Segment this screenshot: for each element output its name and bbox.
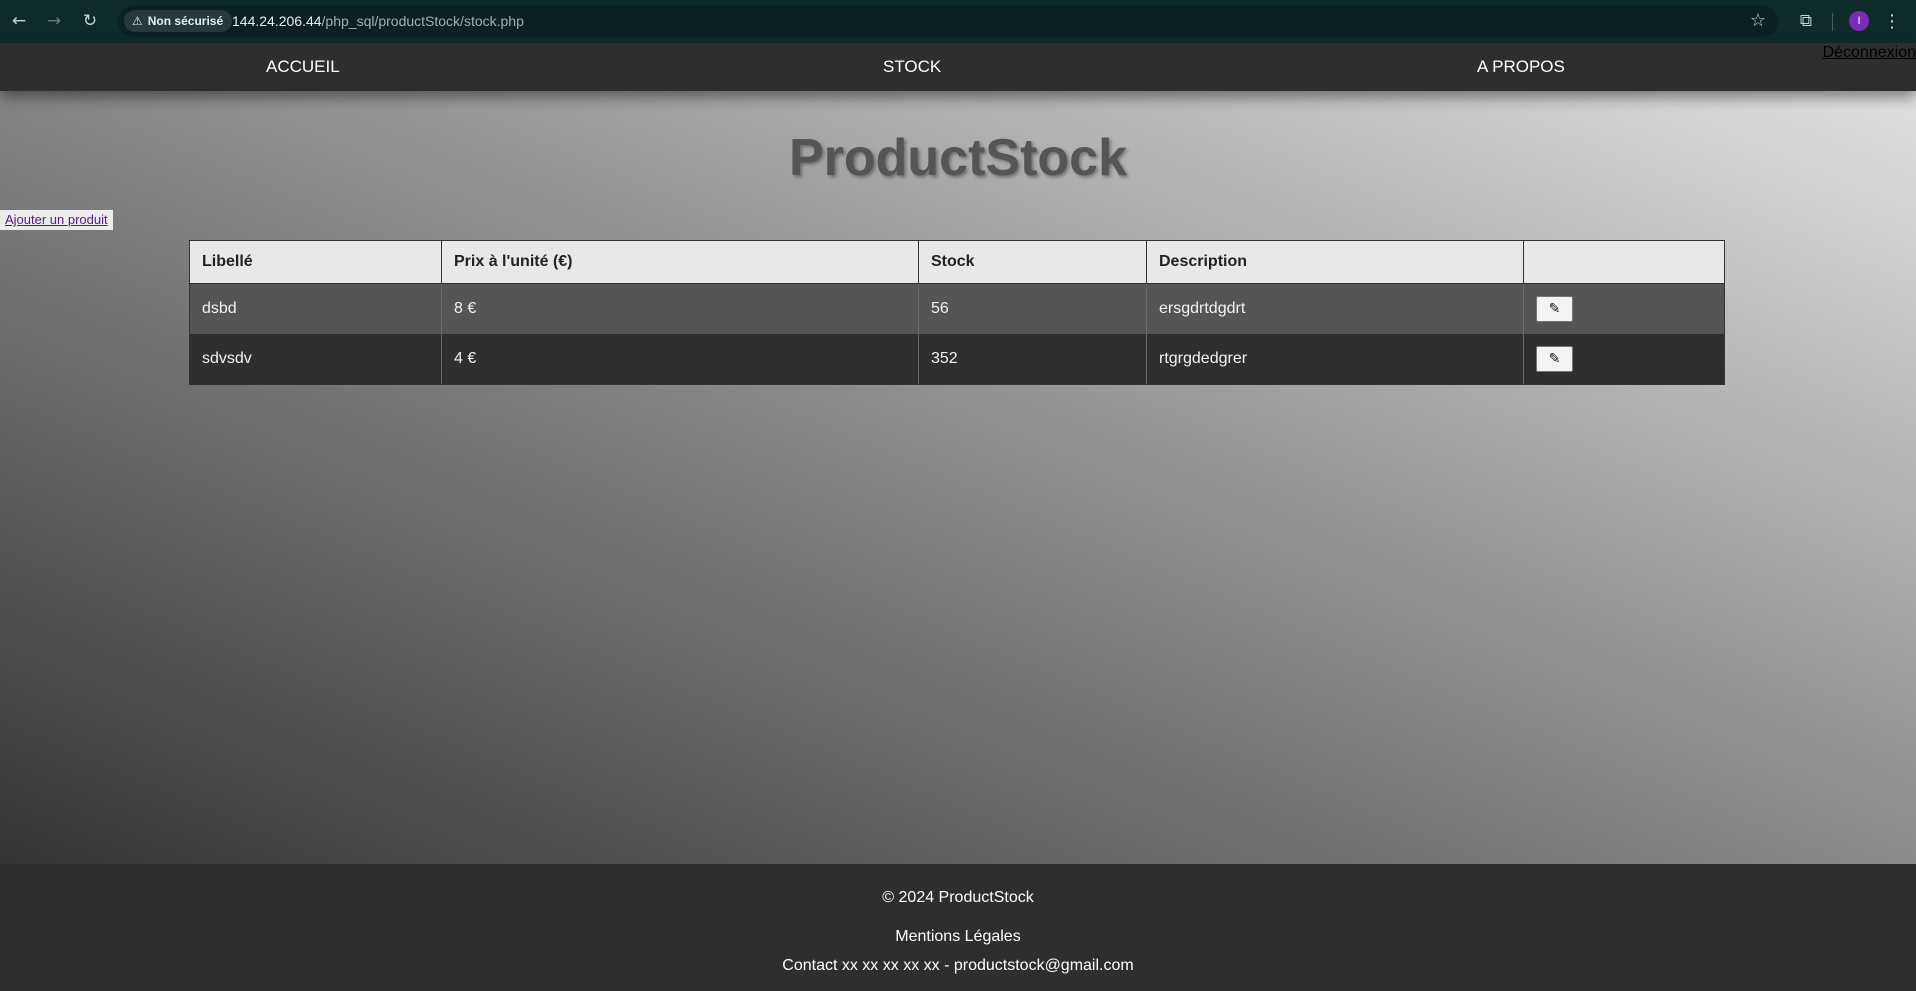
cell-actions: ✎: [1523, 283, 1725, 334]
cell-stock: 56: [918, 283, 1147, 334]
column-header-actions: [1523, 240, 1725, 284]
cell-price: 4 €: [441, 334, 919, 385]
url-host: 144.24.206.44: [232, 13, 322, 29]
pencil-icon: ✎: [1548, 301, 1561, 317]
footer-contact: Contact xx xx xx xx xx - productstock@gm…: [782, 957, 1134, 974]
url-path: /php_sql/productStock/stock.php: [321, 13, 524, 29]
footer-copyright: © 2024 ProductStock: [882, 889, 1034, 906]
extensions-puzzle-icon[interactable]: ⧉: [1794, 9, 1818, 33]
profile-avatar[interactable]: I: [1849, 11, 1869, 31]
cell-actions: ✎: [1523, 334, 1725, 385]
column-header-stock: Stock: [918, 240, 1147, 284]
page-title: ProductStock: [788, 129, 1128, 187]
bookmark-star-icon[interactable]: ☆: [1750, 10, 1766, 31]
site-navbar: ACCUEIL STOCK A PROPOS: [0, 43, 1916, 91]
table-row: dsbd 8 € 56 ersgdrtdgdrt ✎: [189, 283, 1725, 334]
cell-description: ersgdrtdgdrt: [1146, 283, 1524, 334]
nav-link-about[interactable]: A PROPOS: [1477, 57, 1565, 77]
cell-label: dsbd: [189, 283, 442, 334]
edit-button[interactable]: ✎: [1536, 346, 1573, 372]
footer-legal-link[interactable]: Mentions Légales: [0, 928, 1916, 946]
forward-arrow-icon[interactable]: →: [42, 9, 66, 33]
cell-price: 8 €: [441, 283, 919, 334]
reload-icon[interactable]: ↻: [78, 9, 102, 33]
nav-link-stock[interactable]: STOCK: [883, 57, 941, 77]
table-header-row: Libellé Prix à l'unité (€) Stock Descrip…: [189, 240, 1725, 284]
cell-description: rtgrgdedgrer: [1146, 334, 1524, 385]
kebab-menu-icon[interactable]: ⋮: [1883, 9, 1901, 33]
pencil-icon: ✎: [1548, 351, 1561, 367]
security-label: Non sécurisé: [147, 14, 224, 28]
page-content: ACCUEIL STOCK A PROPOS Déconnexion Produ…: [0, 43, 1916, 864]
back-arrow-icon[interactable]: ←: [7, 9, 31, 33]
stock-table: Libellé Prix à l'unité (€) Stock Descrip…: [189, 240, 1725, 385]
warning-icon: ⚠: [132, 14, 143, 28]
column-header-description: Description: [1146, 240, 1524, 284]
add-product-link[interactable]: Ajouter un produit: [0, 210, 113, 230]
column-header-label: Libellé: [189, 240, 442, 284]
table-row: sdvsdv 4 € 352 rtgrgdedgrer ✎: [189, 334, 1725, 385]
url-text[interactable]: 144.24.206.44/php_sql/productStock/stock…: [232, 13, 524, 29]
edit-button[interactable]: ✎: [1536, 296, 1573, 322]
site-footer: © 2024 ProductStock Mentions Légales Con…: [0, 864, 1916, 991]
security-chip[interactable]: ⚠ Non sécurisé: [124, 10, 233, 32]
browser-toolbar: ← → ↻ ⚠ Non sécurisé 144.24.206.44/php_s…: [0, 0, 1916, 43]
logout-link[interactable]: Déconnexion: [1823, 44, 1916, 62]
toolbar-divider: [1832, 13, 1833, 31]
cell-stock: 352: [918, 334, 1147, 385]
column-header-price: Prix à l'unité (€): [441, 240, 919, 284]
nav-link-home[interactable]: ACCUEIL: [266, 57, 340, 77]
cell-label: sdvsdv: [189, 334, 442, 385]
address-bar[interactable]: ⚠ Non sécurisé 144.24.206.44/php_sql/pro…: [118, 5, 1778, 37]
